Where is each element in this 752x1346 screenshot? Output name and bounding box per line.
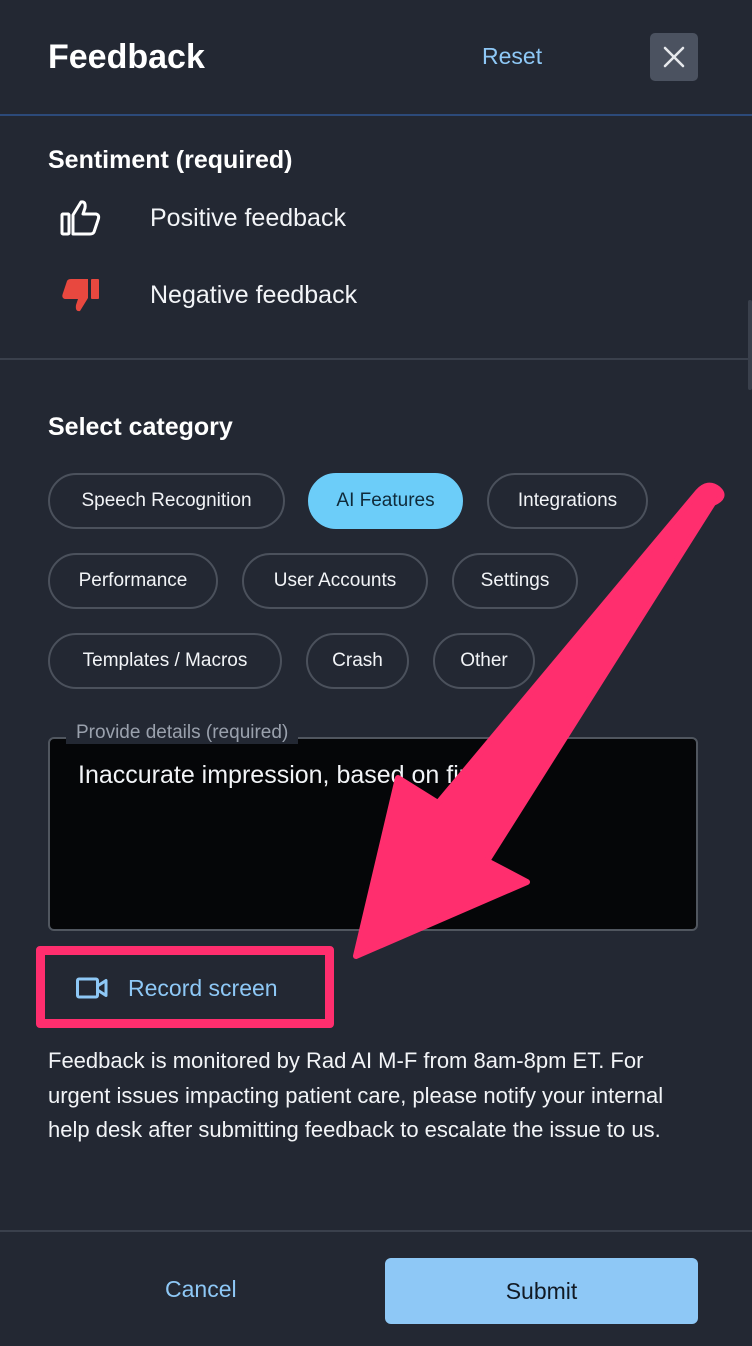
chip-ai-features[interactable]: AI Features xyxy=(308,473,463,529)
details-value: Inaccurate impression, based on findings xyxy=(78,761,533,789)
thumbs-down-icon xyxy=(60,273,114,317)
chip-templates-macros[interactable]: Templates / Macros xyxy=(48,633,282,689)
category-title: Select category xyxy=(48,413,233,441)
details-label: Provide details (required) xyxy=(66,722,299,744)
feedback-panel: Feedback Reset Sentiment (required) Posi… xyxy=(0,0,752,1346)
sentiment-title: Sentiment (required) xyxy=(48,146,293,174)
close-button[interactable] xyxy=(650,33,698,81)
close-icon xyxy=(663,46,685,68)
details-textarea[interactable]: Inaccurate impression, based on findings xyxy=(48,737,698,931)
chip-user-accounts[interactable]: User Accounts xyxy=(242,553,428,609)
sentiment-section: Sentiment (required) Positive feedback N… xyxy=(0,118,752,360)
record-screen-label: Record screen xyxy=(128,974,278,1001)
monitoring-info-text: Feedback is monitored by Rad AI M-F from… xyxy=(48,1048,664,1142)
chip-integrations[interactable]: Integrations xyxy=(487,473,648,529)
chip-crash[interactable]: Crash xyxy=(306,633,409,689)
chip-speech-recognition[interactable]: Speech Recognition xyxy=(48,473,285,529)
record-screen-button[interactable]: Record screen xyxy=(48,958,324,1018)
video-camera-icon xyxy=(76,975,110,1001)
positive-feedback-option[interactable]: Positive feedback xyxy=(60,193,346,243)
chip-settings[interactable]: Settings xyxy=(452,553,578,609)
chip-performance[interactable]: Performance xyxy=(48,553,218,609)
reset-button[interactable]: Reset xyxy=(482,43,542,70)
negative-feedback-option[interactable]: Negative feedback xyxy=(60,270,357,320)
panel-footer: Cancel Submit xyxy=(0,1230,752,1346)
submit-button[interactable]: Submit xyxy=(385,1258,698,1324)
positive-feedback-label: Positive feedback xyxy=(150,203,346,232)
panel-header: Feedback Reset xyxy=(0,0,752,116)
thumbs-up-icon xyxy=(60,196,114,240)
scrollbar[interactable] xyxy=(748,300,752,390)
negative-feedback-label: Negative feedback xyxy=(150,280,358,309)
cancel-button[interactable]: Cancel xyxy=(165,1276,237,1303)
chip-other[interactable]: Other xyxy=(433,633,535,689)
panel-title: Feedback xyxy=(48,38,205,76)
